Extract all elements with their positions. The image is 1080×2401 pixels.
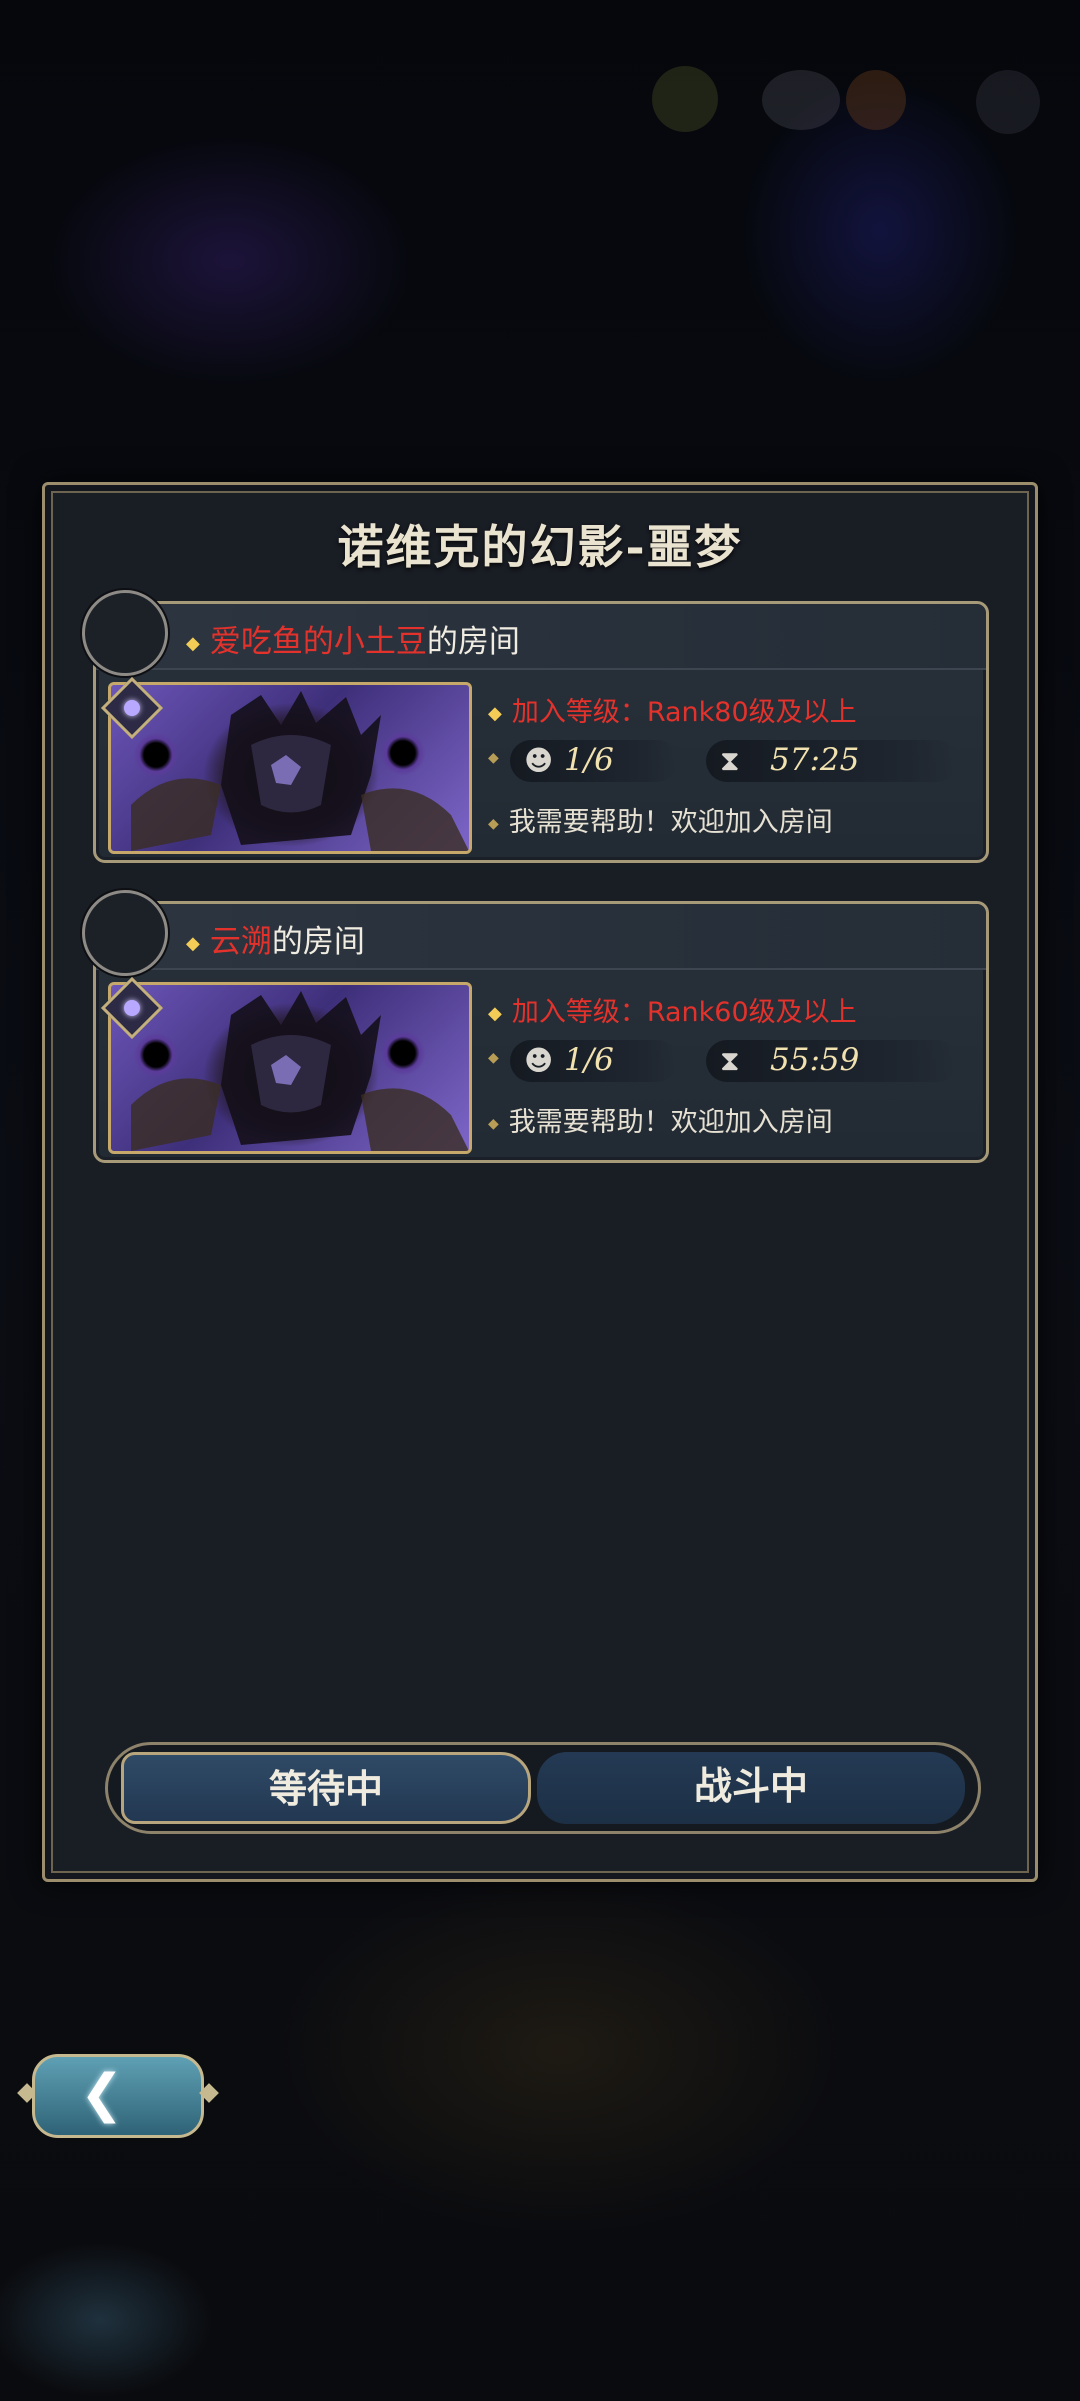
- room-owner: 爱吃鱼的小土豆: [209, 624, 427, 660]
- hud-status-icon: [652, 66, 718, 132]
- timer-pill: ⧗ 55:59: [706, 1040, 958, 1082]
- hud-menu-icon: [762, 70, 840, 130]
- hourglass-icon: ⧗: [720, 744, 740, 777]
- room-card[interactable]: ◆ 云溯的房间 ◆ 加入等级：Rank60级及以上 ◆ ☻ 1/6 ⧗ 55:59: [82, 890, 989, 1163]
- diamond-bullet-icon: ◆: [186, 933, 200, 954]
- boss-silhouette-icon: [131, 991, 469, 1151]
- room-suffix: 的房间: [426, 624, 520, 660]
- diamond-bullet-icon: ◆: [488, 815, 499, 832]
- room-name: ◆ 云溯的房间: [186, 916, 365, 961]
- dialog-title: 诺维克的幻影-噩梦: [337, 520, 743, 574]
- player-count: 1/6: [564, 742, 614, 778]
- room-card[interactable]: ◆ 爱吃鱼的小土豆的房间 ◆ 加入等级：Rank80级及以上 ◆ ☻ 1/6 ⧗ 5: [82, 590, 989, 863]
- room-suffix: 的房间: [271, 924, 365, 960]
- time-remaining: 55:59: [770, 1042, 860, 1078]
- hourglass-icon: ⧗: [720, 1044, 740, 1077]
- room-name: ◆ 爱吃鱼的小土豆的房间: [186, 616, 520, 661]
- diamond-bullet-icon: ◆: [488, 703, 502, 724]
- tab-fighting[interactable]: 战斗中: [537, 1752, 965, 1824]
- diamond-bullet-icon: ◆: [186, 633, 200, 654]
- hud-settings-icon: [976, 70, 1040, 134]
- back-button[interactable]: ❮: [17, 2050, 219, 2142]
- diamond-bullet-icon: ◆: [488, 1050, 499, 1066]
- status-tab-bar: 等待中 战斗中: [105, 1742, 981, 1834]
- player-count-icon: ☻: [524, 1044, 554, 1077]
- room-message: ◆ 我需要帮助！欢迎加入房间: [488, 807, 833, 838]
- player-count-pill: ☻ 1/6: [510, 1040, 678, 1082]
- back-arrow-icon: ❮: [80, 2064, 124, 2124]
- level-requirement: ◆ 加入等级：Rank80级及以上: [488, 697, 857, 728]
- tab-waiting[interactable]: 等待中: [121, 1752, 531, 1824]
- player-count-icon: ☻: [524, 744, 554, 777]
- diamond-bullet-icon: ◆: [488, 1115, 499, 1132]
- timer-pill: ⧗ 57:25: [706, 740, 958, 782]
- room-owner: 云溯: [209, 924, 272, 960]
- player-count-pill: ☻ 1/6: [510, 740, 678, 782]
- room-message: ◆ 我需要帮助！欢迎加入房间: [488, 1107, 833, 1138]
- diamond-bullet-icon: ◆: [488, 1003, 502, 1024]
- room-list-dialog: 诺维克的幻影-噩梦 ◆ 爱吃鱼的小土豆的房间 ◆ 加入等级：Rank80级及以上 ◆…: [42, 482, 1038, 1882]
- avatar[interactable]: [82, 890, 168, 976]
- avatar[interactable]: [82, 590, 168, 676]
- time-remaining: 57:25: [770, 742, 860, 778]
- level-requirement: ◆ 加入等级：Rank60级及以上: [488, 997, 857, 1028]
- diamond-bullet-icon: ◆: [488, 750, 499, 766]
- hud-currency-icon: [846, 70, 906, 130]
- boss-silhouette-icon: [131, 691, 469, 851]
- player-count: 1/6: [564, 1042, 614, 1078]
